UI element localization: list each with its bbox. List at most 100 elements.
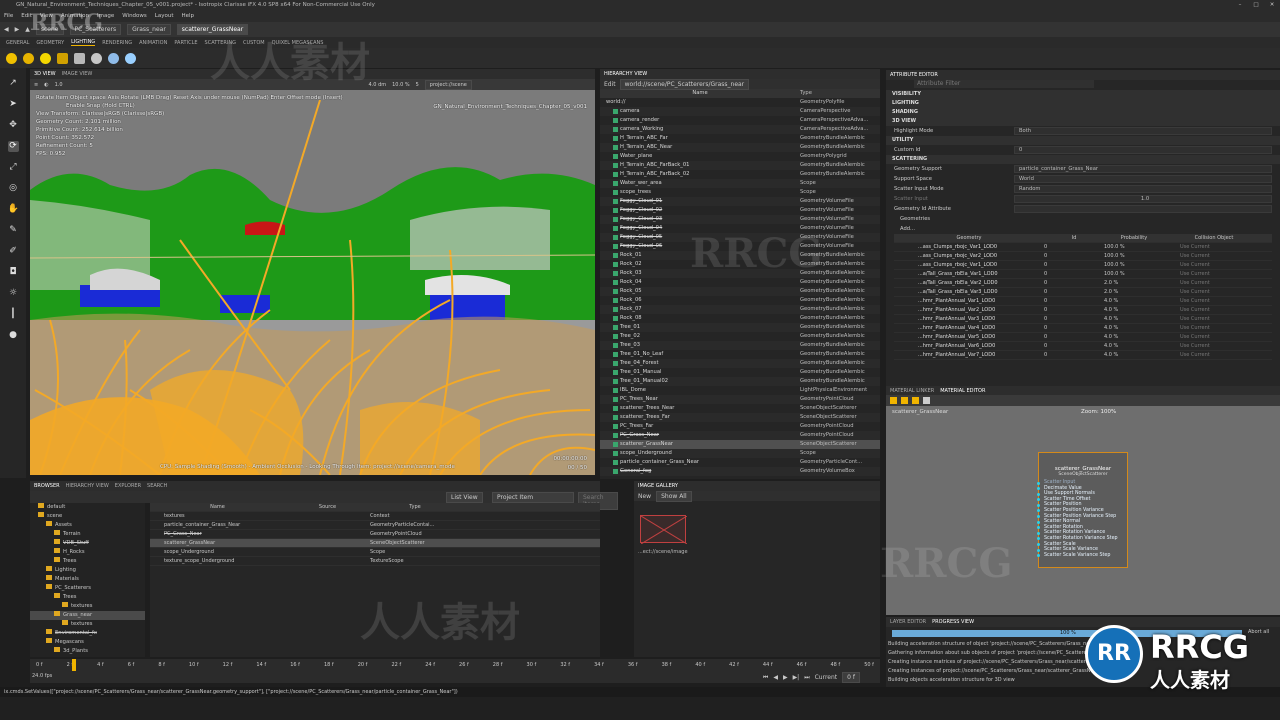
section-lighting[interactable]: LIGHTING: [886, 99, 1280, 108]
section-utility[interactable]: UTILITY: [886, 136, 1280, 145]
shelf-tab-geometry[interactable]: GEOMETRY: [36, 40, 64, 46]
hierarchy-row[interactable]: scope_trees Scope: [600, 188, 880, 197]
measure-icon[interactable]: ┃: [8, 309, 19, 320]
prev-frame-icon[interactable]: ◀: [773, 674, 778, 681]
breadcrumb-grass-near[interactable]: Grass_near: [127, 24, 171, 35]
hierarchy-row[interactable]: scatterer_Trees_Near SceneObjectScatterer: [600, 404, 880, 413]
link-icon[interactable]: [901, 397, 908, 404]
hierarchy-row[interactable]: scatterer_Trees_Far SceneObjectScatterer: [600, 413, 880, 422]
node-icon[interactable]: [890, 397, 897, 404]
hierarchy-row[interactable]: Rock_04 GeometryBundleAlembic: [600, 278, 880, 287]
geometries-row[interactable]: ...hmr_PlantAnnual_Var4_LOD0 0 4.0 % Use Cu…: [894, 324, 1272, 333]
browser-tree-item[interactable]: VDB_Stuff: [30, 539, 145, 548]
geometries-row[interactable]: ...ass_Clumps_rbojc_Var1_LOD0 0 100.0 % Use…: [894, 243, 1272, 252]
geometries-row[interactable]: ...ass_Clumps_rbojc_Var2_LOD0 0 100.0 % Use…: [894, 252, 1272, 261]
hierarchy-row[interactable]: scope_Underground Scope: [600, 449, 880, 458]
add-geometry-button[interactable]: Add...: [900, 224, 1020, 234]
geometries-row[interactable]: ...hmr_PlantAnnual_Var6_LOD0 0 4.0 % Use Cu…: [894, 342, 1272, 351]
section-visibility[interactable]: VISIBILITY: [886, 90, 1280, 99]
shading-icon[interactable]: ◐: [44, 82, 48, 88]
geometries-col-id[interactable]: Id: [1044, 234, 1104, 242]
hierarchy-path[interactable]: world://scene/PC_Scatterers/Grass_near: [619, 78, 750, 90]
browser-tab-hierarchy-view[interactable]: HIERARCHY VIEW: [66, 483, 109, 489]
browser-col-type[interactable]: Type: [370, 503, 460, 511]
light-icon[interactable]: ☼: [8, 288, 19, 299]
back-icon[interactable]: ◀: [4, 26, 9, 33]
color-picker-icon[interactable]: ●: [8, 330, 19, 341]
browser-tree-item[interactable]: H_Rocks: [30, 548, 145, 557]
menu-layout[interactable]: Layout: [155, 13, 174, 19]
minimize-icon[interactable]: –: [1232, 0, 1248, 10]
environment-light-icon[interactable]: [108, 52, 119, 64]
move-icon[interactable]: ✥: [8, 120, 19, 131]
hierarchy-row[interactable]: Water_wer_area Scope: [600, 179, 880, 188]
command-line[interactable]: ix.cmds.SetValues(["project://scene/PC_S…: [0, 687, 1280, 697]
geometries-row[interactable]: ...ass_Clumps_rbojc_Var1_LOD0 0 100.0 % Use…: [894, 261, 1272, 270]
geometry-support-field[interactable]: particle_container_Grass_Near: [1014, 165, 1272, 173]
frame-icon[interactable]: [923, 397, 930, 404]
scatterer-node[interactable]: scatterer_GrassNear SceneObjectScatterer…: [1037, 452, 1128, 568]
browser-col-source[interactable]: Source: [285, 503, 370, 511]
scale-icon[interactable]: ⤢: [8, 162, 19, 173]
hierarchy-row[interactable]: Tree_04_Forest GeometryBundleAlembic: [600, 359, 880, 368]
forward-icon[interactable]: ▶: [15, 26, 20, 33]
current-frame-field[interactable]: 0 f: [842, 672, 860, 683]
geometries-row[interactable]: ...a/Tall_Grass_rbEla_Var2_LOD0 0 2.0 % Use…: [894, 279, 1272, 288]
hierarchy-row[interactable]: scatterer_GrassNear SceneObjectScatterer: [600, 440, 880, 449]
hierarchy-row[interactable]: camera_render CameraPerspectiveAdva...: [600, 116, 880, 125]
browser-tab-search[interactable]: SEARCH: [147, 483, 167, 489]
pick-icon[interactable]: ↗: [8, 78, 19, 89]
light-bulb-icon[interactable]: [6, 52, 17, 64]
hierarchy-row[interactable]: camera CameraPerspective: [600, 107, 880, 116]
column-name[interactable]: Name: [600, 89, 800, 98]
percent-value[interactable]: 10.0 %: [392, 82, 409, 88]
rotate-icon[interactable]: ⟳: [7, 141, 19, 152]
hierarchy-row[interactable]: H_Terrain_ABC_Near GeometryBundleAlembic: [600, 143, 880, 152]
geometry-id-attr-field[interactable]: [1014, 205, 1272, 213]
hierarchy-row[interactable]: H_Terrain_ABC_Far GeometryBundleAlembic: [600, 134, 880, 143]
point-light-icon[interactable]: [40, 52, 51, 64]
browser-tree-item[interactable]: Megascans: [30, 638, 145, 647]
hierarchy-row[interactable]: Tree_02 GeometryBundleAlembic: [600, 332, 880, 341]
shelf-tab-general[interactable]: GENERAL: [6, 40, 29, 46]
hierarchy-row[interactable]: Foggy_Cloud_03 GeometryVolumeFile: [600, 215, 880, 224]
grid-light-icon[interactable]: [74, 52, 85, 64]
browser-item[interactable]: particle_container_Grass_Near GeometryPar…: [150, 521, 600, 530]
shelf-tab-particle[interactable]: PARTICLE: [174, 40, 197, 46]
geometries-row[interactable]: ...a/Tall_Grass_rbEla_Var3_LOD0 0 2.0 % Use…: [894, 288, 1272, 297]
layout-icon[interactable]: [912, 397, 919, 404]
hierarchy-row[interactable]: Water_plane GeometryPolygrid: [600, 152, 880, 161]
hierarchy-row[interactable]: PC_Trees_Near GeometryPointCloud: [600, 395, 880, 404]
browser-tab-explorer[interactable]: EXPLORER: [115, 483, 141, 489]
browser-item[interactable]: texture_scope_Underground TextureScope: [150, 557, 600, 566]
node-port[interactable]: Scatter Scale Variance Step: [1037, 553, 1127, 559]
browser-tree-item[interactable]: textures: [30, 602, 145, 611]
hierarchy-row[interactable]: camera_Working CameraPerspectiveAdva...: [600, 125, 880, 134]
hierarchy-row[interactable]: Tree_01_No_Leaf GeometryBundleAlembic: [600, 350, 880, 359]
hierarchy-row[interactable]: Tree_03 GeometryBundleAlembic: [600, 341, 880, 350]
browser-tree-item[interactable]: textures: [30, 620, 145, 629]
playhead[interactable]: [72, 659, 76, 671]
first-frame-icon[interactable]: ⏮: [763, 674, 768, 682]
browser-tree-item[interactable]: default: [30, 503, 145, 512]
maximize-icon[interactable]: □: [1248, 0, 1264, 10]
tab-image-view[interactable]: IMAGE VIEW: [62, 71, 93, 77]
last-frame-icon[interactable]: ⏭: [804, 674, 809, 682]
hierarchy-row[interactable]: H_Terrain_ABC_FarBack_02 GeometryBundleAl…: [600, 170, 880, 179]
browser-item[interactable]: PC_Grass_Near GeometryPointCloud: [150, 530, 600, 539]
browser-tree-item[interactable]: scene: [30, 512, 145, 521]
select-icon[interactable]: ➤: [8, 99, 19, 110]
geometries-row[interactable]: ...hmr_PlantAnnual_Var3_LOD0 0 4.0 % Use Cu…: [894, 315, 1272, 324]
browser-tab-browser[interactable]: BROWSER: [34, 483, 60, 489]
area-light-icon[interactable]: [57, 52, 68, 64]
hierarchy-row[interactable]: Tree_01_Manual02 GeometryBundleAlembic: [600, 377, 880, 386]
hierarchy-row[interactable]: Foggy_Cloud_01 GeometryVolumeFile: [600, 197, 880, 206]
3d-viewport[interactable]: Rotate Item Object space Axis Rotate (LM…: [30, 90, 595, 475]
hierarchy-row[interactable]: Tree_01 GeometryBundleAlembic: [600, 323, 880, 332]
custom-id-field[interactable]: 0: [1014, 146, 1272, 154]
abort-all-button[interactable]: Abort all: [1248, 629, 1269, 635]
orbit-icon[interactable]: ◎: [8, 183, 19, 194]
geometries-row[interactable]: ...hmr_PlantAnnual_Var7_LOD0 0 4.0 % Use Cu…: [894, 351, 1272, 360]
geometries-col-collision-object[interactable]: Collision Object: [1164, 234, 1264, 242]
geometries-row[interactable]: ...hmr_PlantAnnual_Var5_LOD0 0 4.0 % Use Cu…: [894, 333, 1272, 342]
